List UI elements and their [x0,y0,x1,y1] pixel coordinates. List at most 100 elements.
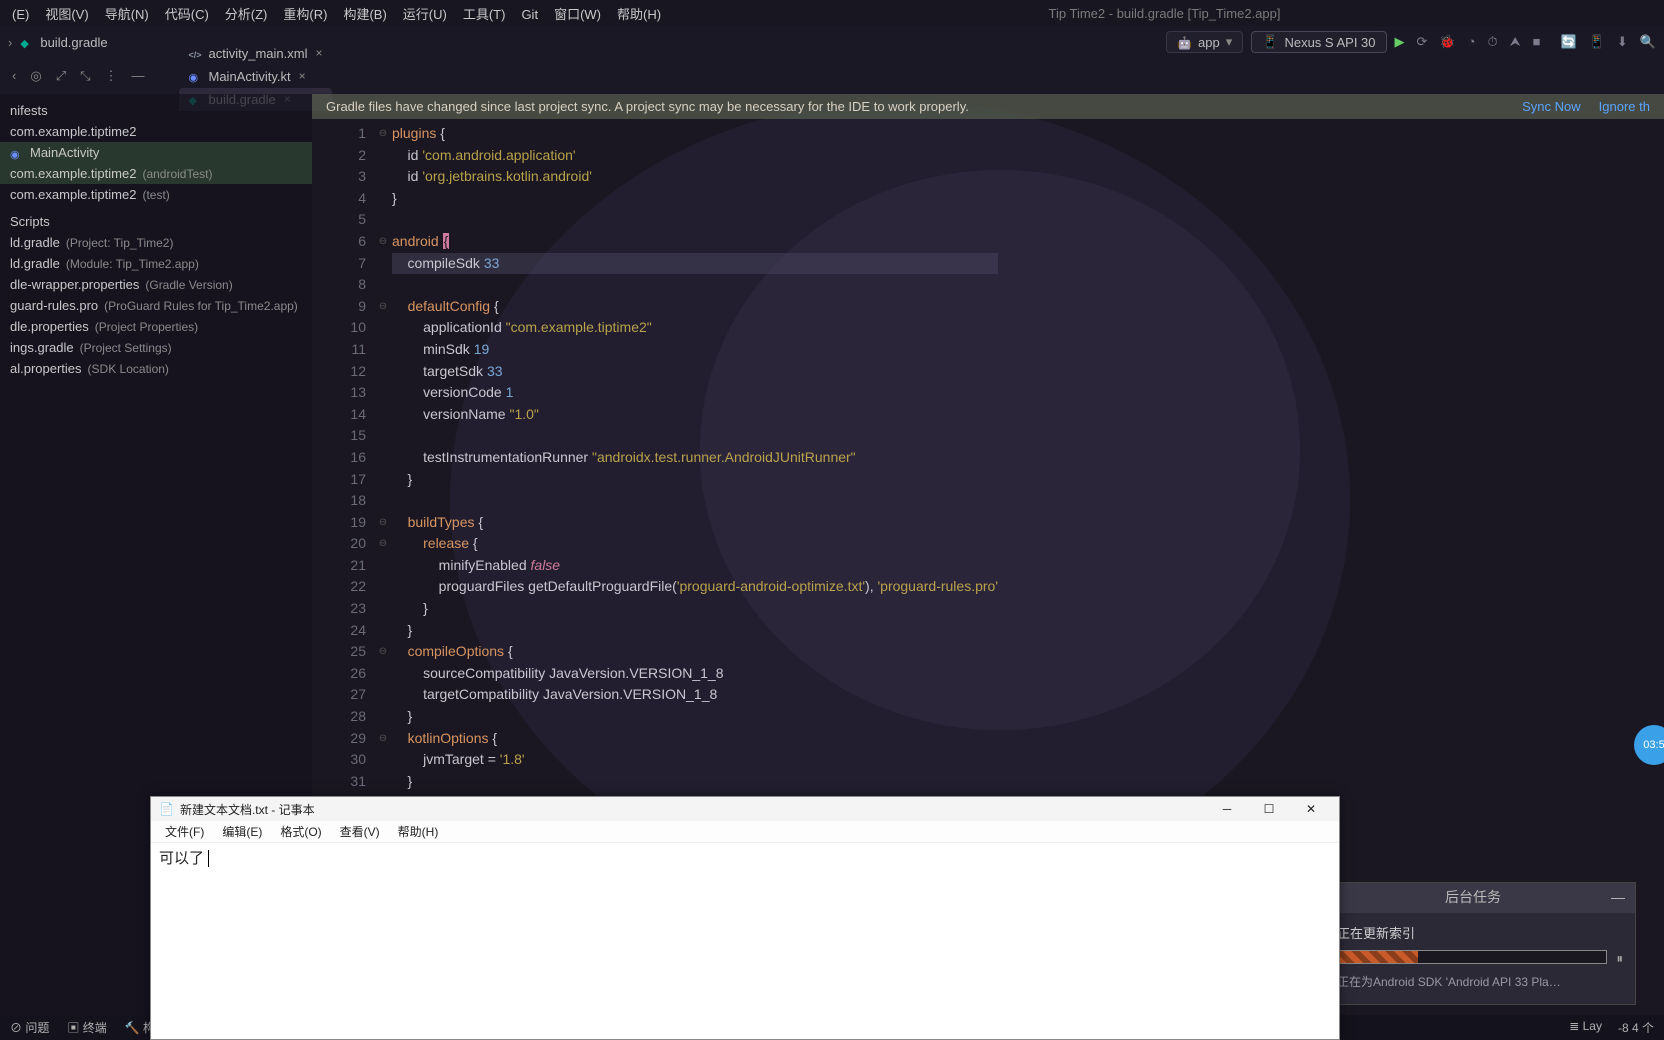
apply-changes-icon[interactable]: ⟳ [1417,34,1428,50]
tree-hint: (ProGuard Rules for Tip_Time2.app) [104,299,298,313]
coverage-icon[interactable]: ◔ [1468,34,1476,50]
task-panel-title: 后台任务 [1335,887,1611,909]
collapse-icon[interactable]: ⤡ [80,68,90,84]
banner-text: Gradle files have changed since last pro… [326,99,969,114]
close-tab-icon[interactable]: × [315,46,322,60]
menu-item[interactable]: 窗口(W) [546,7,609,22]
notepad-menu-item[interactable]: 帮助(H) [390,821,447,842]
sync-icon[interactable]: 🔄 [1561,34,1577,50]
tree-label: al.properties [10,361,82,376]
tree-item[interactable]: com.example.tiptime2 [0,121,312,142]
menu-item[interactable]: 导航(N) [97,7,157,22]
sdk-icon[interactable]: ⬇ [1617,34,1628,50]
tree-item[interactable]: al.properties (SDK Location) [0,358,312,379]
notepad-menu-item[interactable]: 文件(F) [157,821,212,842]
tree-label: com.example.tiptime2 [10,166,136,181]
tab-label: MainActivity.kt [209,69,291,84]
tree-item[interactable]: guard-rules.pro (ProGuard Rules for Tip_… [0,295,312,316]
tree-hint: (Gradle Version) [145,278,232,292]
notepad-window[interactable]: 📄 新建文本文档.txt - 记事本 ─ ☐ ✕ 文件(F)编辑(E)格式(O)… [150,796,1340,1040]
minimize-button[interactable]: ─ [1207,798,1247,820]
maximize-button[interactable]: ☐ [1249,798,1289,820]
notepad-body[interactable]: 可以了 [151,843,1339,872]
notepad-title: 新建文本文档.txt - 记事本 [180,801,315,818]
layout-tab[interactable]: ≣ Lay [1569,1019,1602,1036]
menu-item[interactable]: 帮助(H) [609,7,669,22]
tree-item[interactable]: com.example.tiptime2 (test) [0,184,312,205]
tree-hint: (Project Settings) [80,341,172,355]
menu-item[interactable]: 构建(B) [335,7,394,22]
menu-item[interactable]: (E) [4,7,37,22]
tree-item[interactable]: ings.gradle (Project Settings) [0,337,312,358]
tree-item[interactable]: MainActivity [0,142,312,163]
close-tab-icon[interactable]: × [299,69,306,83]
attach-icon[interactable]: ⮝ [1510,34,1521,50]
device-selector[interactable]: Nexus S API 30 [1251,31,1386,53]
tree-label: dle-wrapper.properties [10,277,139,292]
run-config-selector[interactable]: app ▾ [1166,31,1243,53]
phone-icon [1262,34,1278,50]
avd-icon[interactable]: 📱 [1589,34,1605,50]
more-icon[interactable]: ⋮ [105,68,118,84]
menu-item[interactable]: 工具(T) [455,7,514,22]
editor-tab[interactable]: activity_main.xml× [179,42,333,65]
notepad-menu[interactable]: 文件(F)编辑(E)格式(O)查看(V)帮助(H) [151,821,1339,843]
notepad-menu-item[interactable]: 查看(V) [332,821,388,842]
search-icon[interactable]: 🔍 [1640,34,1656,50]
menubar: (E)视图(V)导航(N)代码(C)分析(Z)重构(R)构建(B)运行(U)工具… [0,0,1664,26]
progress-bar [1337,950,1607,964]
kotlin-icon [10,146,24,160]
editor-tab[interactable]: MainActivity.kt × [179,65,333,88]
debug-icon[interactable]: 🐞 [1439,34,1455,50]
tree-label: guard-rules.pro [10,298,98,313]
tree-hint: (Project: Tip_Time2) [66,236,174,250]
minimize-task-icon[interactable]: — [1611,887,1625,909]
notepad-titlebar[interactable]: 📄 新建文本文档.txt - 记事本 ─ ☐ ✕ [151,797,1339,821]
chevron-icon[interactable]: › [8,35,12,50]
tree-item[interactable]: dle-wrapper.properties (Gradle Version) [0,274,312,295]
tree-item[interactable]: ld.gradle (Project: Tip_Time2) [0,232,312,253]
tree-label: com.example.tiptime2 [10,124,136,139]
menu-item[interactable]: 分析(Z) [217,7,276,22]
run-icon[interactable]: ▶ [1395,34,1405,50]
pause-task-icon[interactable]: ⏸ [1617,948,1624,970]
menu-item[interactable]: 运行(U) [395,7,455,22]
terminal-tab[interactable]: ▣ 终端 [67,1019,106,1036]
device-name: Nexus S API 30 [1284,35,1375,50]
breadcrumb-file: build.gradle [40,35,107,50]
tree-item[interactable]: ld.gradle (Module: Tip_Time2.app) [0,253,312,274]
menu-item[interactable]: Git [513,7,546,22]
tree-label: dle.properties [10,319,89,334]
menu-item[interactable]: 视图(V) [37,7,96,22]
stop-icon[interactable]: ■ [1533,34,1541,50]
task-detail: 正在为Android SDK 'Android API 33 Pla… [1337,972,1623,994]
expand-icon[interactable]: ⤢ [56,68,66,84]
tree-item[interactable]: dle.properties (Project Properties) [0,316,312,337]
breadcrumb[interactable]: build.gradle [20,35,107,50]
sync-now-link[interactable]: Sync Now [1522,99,1581,114]
ignore-link[interactable]: Ignore th [1599,99,1650,114]
tree-label: com.example.tiptime2 [10,187,136,202]
tree-label: nifests [10,103,48,118]
notepad-menu-item[interactable]: 编辑(E) [214,821,270,842]
notepad-icon: 📄 [159,802,174,816]
notepad-menu-item[interactable]: 格式(O) [272,821,329,842]
tree-label: Scripts [10,214,50,229]
tree-item[interactable]: com.example.tiptime2 (androidTest) [0,163,312,184]
tree-label: ld.gradle [10,235,60,250]
problems-tab[interactable]: ⊘ 问题 [10,1019,49,1036]
chevron-left-icon[interactable]: ‹ [12,68,16,84]
menu-item[interactable]: 重构(R) [275,7,335,22]
profile-icon[interactable]: ⏱ [1487,34,1497,50]
gradle-icon [20,35,34,49]
tree-label: ings.gradle [10,340,74,355]
tree-item[interactable]: Scripts [0,211,312,232]
close-button[interactable]: ✕ [1291,798,1331,820]
tree-hint: (Module: Tip_Time2.app) [66,257,199,271]
target-icon[interactable]: ◎ [30,68,41,84]
window-title: Tip Time2 - build.gradle [Tip_Time2.app] [669,6,1660,21]
menu-item[interactable]: 代码(C) [157,7,217,22]
tree-item[interactable]: nifests [0,100,312,121]
tree-hint: (androidTest) [142,167,212,181]
minimize-icon[interactable]: — [132,68,145,84]
